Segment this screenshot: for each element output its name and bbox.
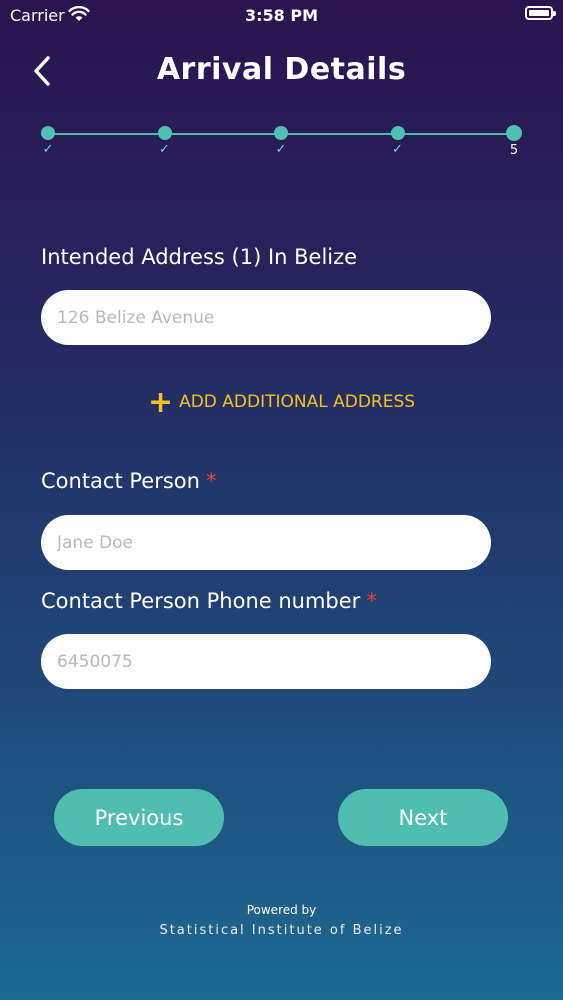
add-address-label: ADD ADDITIONAL ADDRESS [179, 392, 416, 412]
step-dot [41, 126, 55, 140]
step-number: 5 [509, 143, 519, 158]
progress-stepper: ✓ ✓ ✓ ✓ 5 [41, 125, 522, 166]
phone-label: Contact Person Phone number * [41, 589, 377, 613]
add-address-button[interactable]: + ADD ADDITIONAL ADDRESS [0, 385, 563, 420]
next-button[interactable]: Next [338, 789, 508, 846]
step-check-icon: ✓ [392, 142, 403, 157]
required-asterisk: * [366, 589, 377, 613]
plus-icon: + [147, 385, 174, 420]
required-asterisk: * [205, 469, 217, 493]
previous-button[interactable]: Previous [54, 789, 224, 846]
organization-name: Statistical Institute of Belize [159, 923, 404, 938]
phone-label-text: Contact Person Phone number [41, 589, 361, 613]
step-3: ✓ [273, 126, 289, 157]
address-input[interactable] [41, 290, 491, 345]
footer: Powered by Statistical Institute of Beli… [0, 903, 563, 938]
powered-by-label: Powered by [246, 903, 317, 917]
step-dot [506, 125, 522, 141]
contact-person-label: Contact Person * [41, 469, 216, 493]
step-1: ✓ [40, 126, 56, 157]
step-check-icon: ✓ [275, 142, 287, 157]
page-title: Arrival Details [156, 52, 407, 87]
phone-input[interactable] [41, 634, 491, 689]
step-dot [390, 126, 405, 140]
status-bar: Carrier 3:58 PM [0, 0, 563, 30]
step-check-icon: ✓ [42, 142, 54, 157]
contact-person-label-text: Contact Person [41, 469, 200, 493]
address-label: Intended Address (1) In Belize [41, 245, 358, 269]
contact-person-input[interactable] [41, 515, 491, 570]
step-4: ✓ [390, 126, 406, 157]
step-check-icon: ✓ [159, 142, 170, 157]
step-2: ✓ [157, 126, 173, 157]
clock-time: 3:58 PM [244, 6, 318, 25]
battery-icon [525, 6, 556, 20]
step-dot [274, 126, 288, 140]
step-5-current: 5 [506, 125, 522, 158]
step-dot [157, 126, 172, 140]
